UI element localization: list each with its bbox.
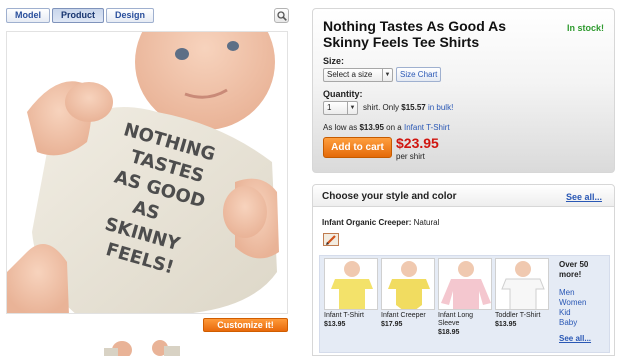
low-price: $13.95 (359, 123, 384, 132)
customize-button[interactable]: Customize it! (203, 318, 288, 332)
style-option-name: Infant Creeper (381, 312, 426, 319)
style-option[interactable]: Toddler T-Shirt $13.95 (495, 258, 549, 328)
style-option-image (495, 258, 549, 310)
style-option-image (381, 258, 435, 310)
more-link-women[interactable]: Women (559, 298, 603, 308)
more-styles-title: Over 50 more! (559, 260, 589, 279)
style-header-title: Choose your style and color (322, 191, 457, 202)
style-option[interactable]: Infant Long Sleeve $18.95 (438, 258, 492, 336)
style-box: Choose your style and color See all... I… (312, 184, 615, 356)
more-styles-links: Men Women Kid Baby (559, 288, 603, 328)
thumbnail-strip (100, 338, 182, 356)
chevron-down-icon: ▼ (347, 102, 357, 114)
infant-tshirt-link[interactable]: Infant T-Shirt (404, 123, 450, 132)
style-options: Infant T-Shirt $13.95 Infant Creeper $17… (319, 255, 610, 353)
per-shirt-label: per shirt (396, 152, 425, 161)
style-option-price: $13.95 (495, 321, 517, 328)
magnifier-icon (277, 11, 287, 21)
size-select-value: Select a size (327, 70, 373, 79)
more-link-men[interactable]: Men (559, 288, 603, 298)
tab-product[interactable]: Product (52, 8, 105, 23)
buy-box: Nothing Tastes As Good As Skinny Feels T… (312, 8, 615, 173)
current-style-name: Infant Organic Creeper: (322, 218, 412, 227)
tab-model[interactable]: Model (6, 8, 50, 23)
product-image[interactable]: NOTHING TASTES AS GOOD AS SKINNY FEELS! (6, 31, 288, 314)
low-price-note: As low as $13.95 on a Infant T-Shirt (323, 123, 450, 132)
style-option[interactable]: Infant Creeper $17.95 (381, 258, 435, 328)
chevron-down-icon: ▼ (382, 69, 392, 81)
stock-status: In stock! (566, 23, 604, 33)
style-option-price: $18.95 (438, 329, 460, 336)
size-select[interactable]: Select a size ▼ (323, 68, 393, 82)
size-label: Size: (323, 56, 345, 66)
style-header: Choose your style and color See all... (313, 185, 614, 207)
more-styles: Over 50 more! Men Women Kid Baby See all… (559, 260, 603, 343)
qty-suffix: shirt. Only (363, 103, 400, 112)
style-option[interactable]: Infant T-Shirt $13.95 (324, 258, 378, 328)
style-option-image (438, 258, 492, 310)
see-all-more-link[interactable]: See all... (559, 334, 603, 343)
more-link-baby[interactable]: Baby (559, 318, 603, 328)
bulk-note: shirt. Only $15.57 in bulk! (363, 103, 453, 112)
baby-shirt-photo: NOTHING TASTES AS GOOD AS SKINNY FEELS! (7, 32, 279, 313)
bulk-price: $15.57 (401, 103, 426, 112)
view-tabs: Model Product Design (6, 8, 156, 23)
thumbnail-2[interactable] (148, 338, 182, 356)
more-link-kid[interactable]: Kid (559, 308, 603, 318)
quantity-label: Quantity: (323, 89, 363, 99)
style-option-name: Toddler T-Shirt (495, 312, 541, 319)
quantity-value: 1 (327, 103, 332, 112)
style-option-name: Infant Long Sleeve (438, 312, 474, 327)
low-prefix: As low as (323, 123, 358, 132)
current-style-color: Natural (413, 218, 440, 227)
see-all-styles-link[interactable]: See all... (566, 192, 602, 202)
low-on: on a (386, 123, 402, 132)
color-swatch-natural[interactable] (323, 233, 339, 246)
quantity-select[interactable]: 1 ▼ (323, 101, 358, 115)
size-chart-button[interactable]: Size Chart (396, 67, 442, 82)
tab-design[interactable]: Design (106, 8, 155, 23)
style-option-price: $13.95 (324, 321, 346, 328)
product-title: Nothing Tastes As Good As Skinny Feels T… (323, 18, 507, 50)
add-to-cart-button[interactable]: Add to cart (323, 137, 392, 158)
style-option-image (324, 258, 378, 310)
price: $23.95 (396, 135, 439, 151)
bulk-link[interactable]: in bulk! (428, 103, 453, 112)
zoom-button[interactable] (274, 8, 289, 23)
style-option-name: Infant T-Shirt (324, 312, 364, 319)
current-style: Infant Organic Creeper: Natural (322, 218, 439, 227)
pencil-icon (326, 235, 336, 245)
thumbnail-1[interactable] (100, 338, 134, 356)
style-option-price: $17.95 (381, 321, 403, 328)
